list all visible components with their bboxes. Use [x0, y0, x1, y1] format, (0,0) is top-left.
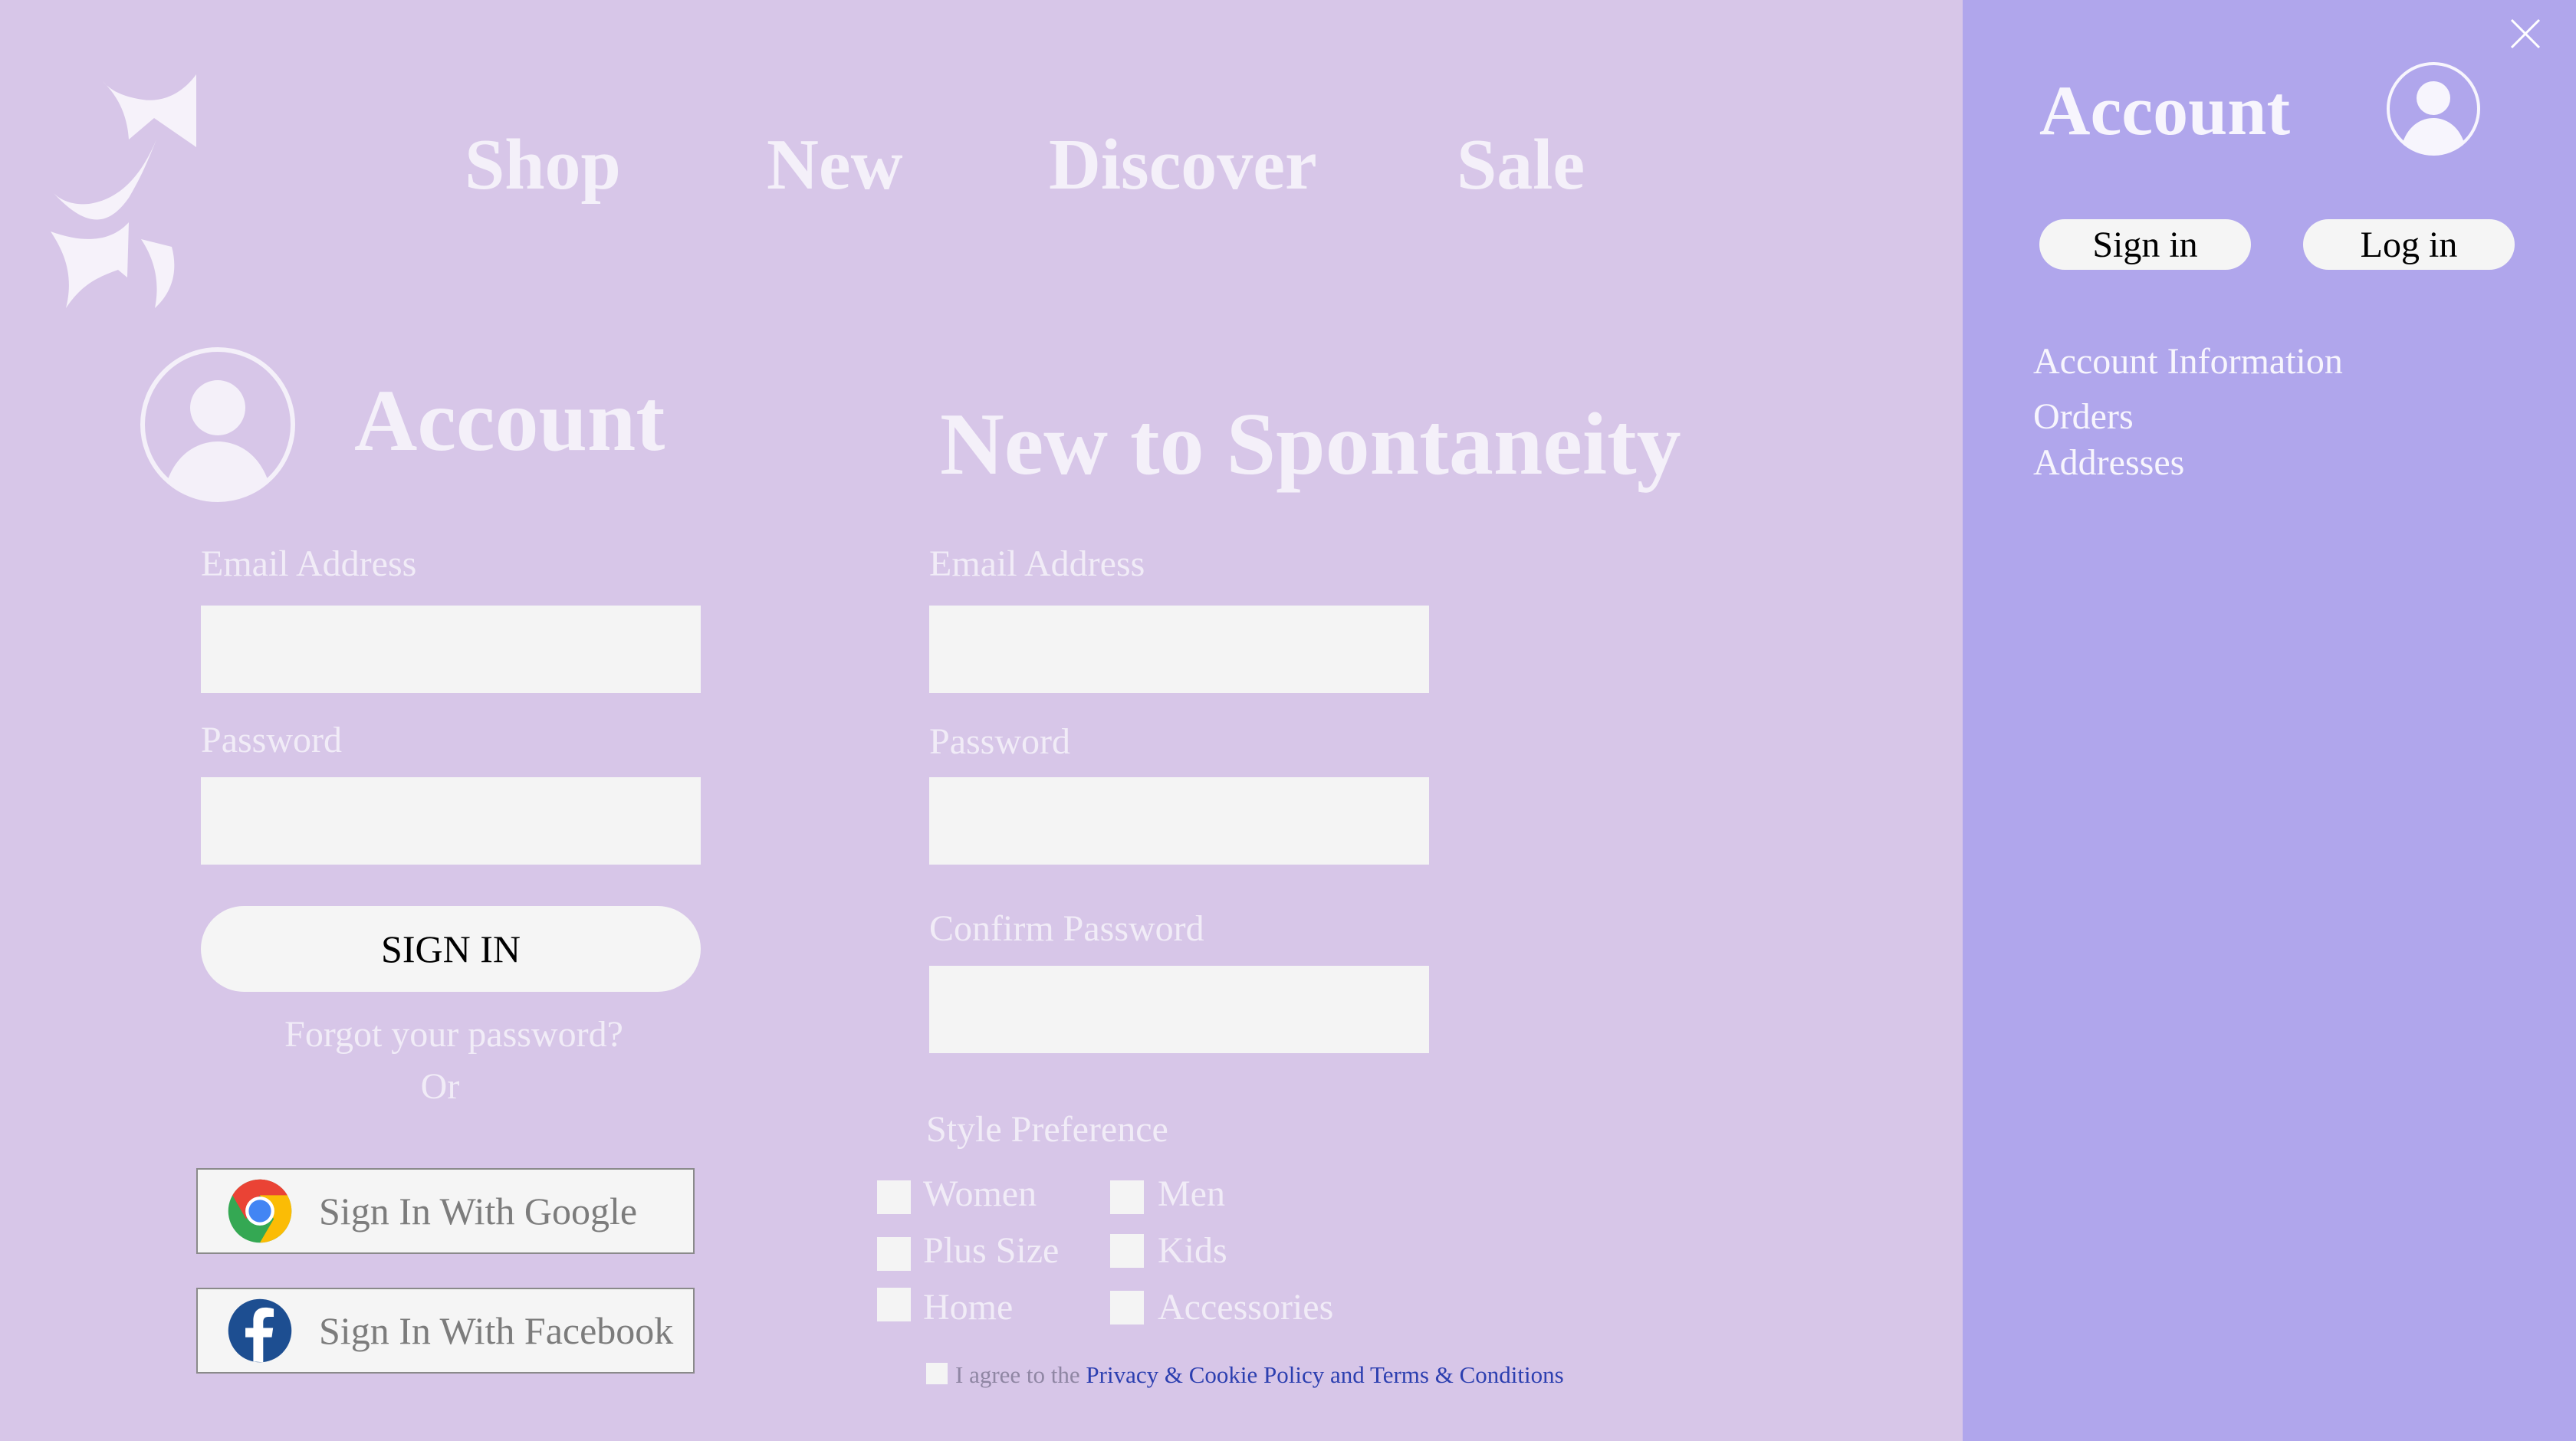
- user-avatar-icon[interactable]: [2386, 61, 2481, 156]
- facebook-icon: [228, 1298, 292, 1363]
- panel-log-in-button[interactable]: Log in: [2303, 219, 2515, 270]
- signin-email-field[interactable]: [201, 606, 701, 693]
- checkbox-accessories[interactable]: [1110, 1291, 1144, 1324]
- register-password-label: Password: [929, 721, 1071, 762]
- nav-sale[interactable]: Sale: [1457, 129, 1585, 201]
- register-confirm-field[interactable]: [929, 966, 1429, 1053]
- register-password-field[interactable]: [929, 777, 1429, 865]
- agree-text: I agree to the Privacy & Cookie Policy a…: [955, 1363, 1564, 1387]
- or-divider: Or: [420, 1066, 460, 1107]
- checkbox-women[interactable]: [877, 1180, 911, 1214]
- signin-password-field[interactable]: [201, 777, 701, 865]
- facebook-signin-label: Sign In With Facebook: [319, 1309, 674, 1352]
- google-signin-label: Sign In With Google: [319, 1190, 638, 1233]
- register-confirm-label: Confirm Password: [929, 908, 1204, 949]
- panel-sign-in-button[interactable]: Sign in: [2039, 219, 2251, 270]
- panel-link-orders[interactable]: Orders: [2033, 399, 2134, 435]
- nav-discover[interactable]: Discover: [1049, 129, 1317, 201]
- sign-in-button[interactable]: SIGN IN: [201, 906, 701, 992]
- signin-title: Account: [354, 372, 665, 469]
- checkbox-home[interactable]: [877, 1288, 911, 1321]
- register-title: New to Spontaneity: [940, 396, 1681, 494]
- style-kids-label: Kids: [1158, 1230, 1227, 1271]
- panel-link-addresses[interactable]: Addresses: [2033, 445, 2184, 481]
- checkbox-men[interactable]: [1110, 1180, 1144, 1214]
- account-side-panel: [1963, 0, 2576, 1441]
- google-signin-button[interactable]: Sign In With Google: [196, 1168, 695, 1254]
- facebook-signin-button[interactable]: Sign In With Facebook: [196, 1288, 695, 1374]
- panel-link-account-information[interactable]: Account Information: [2033, 343, 2343, 380]
- brand-logo[interactable]: [43, 48, 212, 316]
- panel-title: Account: [2039, 71, 2291, 149]
- forgot-password-link[interactable]: Forgot your password?: [201, 1016, 707, 1053]
- nav-new[interactable]: New: [767, 129, 903, 201]
- agree-prefix: I agree to the: [955, 1361, 1080, 1388]
- style-accessories-label: Accessories: [1158, 1287, 1334, 1328]
- checkbox-plus-size[interactable]: [877, 1237, 911, 1271]
- register-email-label: Email Address: [929, 543, 1145, 584]
- style-women-label: Women: [923, 1173, 1037, 1214]
- close-icon[interactable]: [2509, 17, 2542, 51]
- user-avatar-icon: [140, 347, 295, 502]
- policy-link[interactable]: Privacy & Cookie Policy and Terms & Cond…: [1086, 1361, 1563, 1388]
- chrome-icon: [228, 1179, 292, 1243]
- nav-shop[interactable]: Shop: [465, 129, 621, 201]
- style-preference-label: Style Preference: [926, 1109, 1168, 1150]
- style-plus-label: Plus Size: [923, 1230, 1060, 1271]
- agree-checkbox[interactable]: [926, 1363, 948, 1384]
- signin-password-label: Password: [201, 720, 343, 760]
- register-email-field[interactable]: [929, 606, 1429, 693]
- style-men-label: Men: [1158, 1173, 1225, 1214]
- style-home-label: Home: [923, 1287, 1014, 1328]
- checkbox-kids[interactable]: [1110, 1234, 1144, 1268]
- signin-email-label: Email Address: [201, 543, 417, 584]
